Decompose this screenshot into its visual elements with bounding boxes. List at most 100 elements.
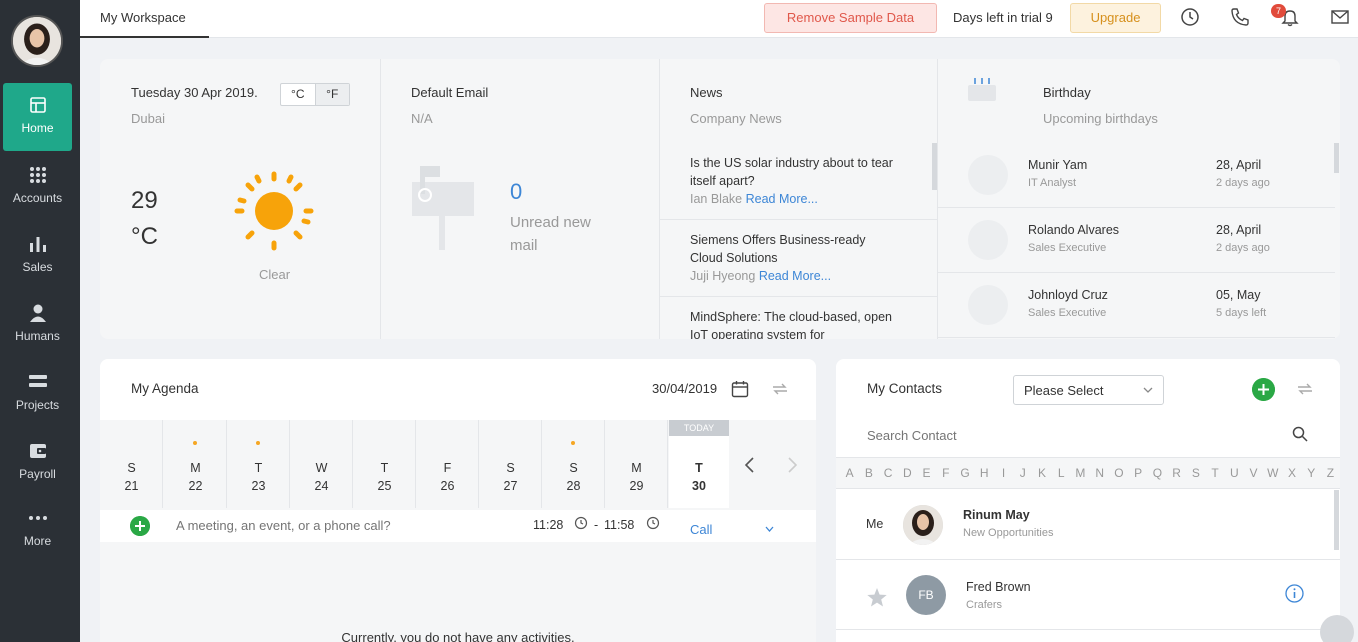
letter-filter[interactable]: S — [1186, 458, 1205, 488]
clock-icon[interactable] — [646, 516, 660, 530]
nav-projects[interactable]: Projects — [3, 360, 72, 428]
letter-filter[interactable]: K — [1032, 458, 1051, 488]
contact-row[interactable]: FB Fred Brown Crafers — [836, 560, 1340, 630]
day-cell[interactable]: T 25 — [353, 420, 416, 508]
day-name: M — [190, 461, 201, 475]
clock-icon[interactable] — [574, 516, 588, 530]
phone-icon[interactable] — [1230, 7, 1250, 27]
avatar — [968, 220, 1008, 260]
contacts-scrollbar[interactable] — [1334, 490, 1339, 550]
letter-filter[interactable]: F — [936, 458, 955, 488]
news-item[interactable]: Siemens Offers Business-ready Cloud Solu… — [660, 220, 937, 297]
letter-filter[interactable]: E — [917, 458, 936, 488]
day-cell-today[interactable]: TODAY T 30 — [669, 420, 729, 508]
news-headline[interactable]: MindSphere: The cloud-based, open IoT op… — [690, 308, 897, 339]
letter-filter[interactable]: V — [1244, 458, 1263, 488]
day-cell[interactable]: M 29 — [605, 420, 668, 508]
chevron-down-icon[interactable] — [765, 526, 774, 532]
agenda-date[interactable]: 30/04/2019 — [652, 381, 717, 396]
letter-filter[interactable]: W — [1263, 458, 1282, 488]
letter-filter[interactable]: T — [1205, 458, 1224, 488]
refresh-icon[interactable] — [1295, 380, 1315, 398]
contact-row-me[interactable]: Me Rinum May New Opportunities — [836, 490, 1340, 560]
add-activity-button[interactable] — [130, 516, 150, 536]
read-more-link[interactable]: Read More... — [746, 192, 818, 206]
day-cell[interactable]: W 24 — [290, 420, 353, 508]
letter-filter[interactable]: D — [898, 458, 917, 488]
activity-input[interactable] — [176, 518, 516, 533]
end-time[interactable]: 11:58 — [604, 518, 634, 532]
letter-filter[interactable]: Q — [1148, 458, 1167, 488]
unread-count[interactable]: 0 — [510, 179, 522, 205]
nav-accounts[interactable]: Accounts — [3, 153, 72, 221]
info-icon[interactable] — [1285, 584, 1304, 603]
letter-filter[interactable]: Z — [1321, 458, 1340, 488]
chevron-left-icon[interactable] — [743, 456, 757, 474]
birthday-item[interactable]: Munir Yam IT Analyst 28, April 2 days ag… — [938, 143, 1335, 208]
letter-filter[interactable]: I — [994, 458, 1013, 488]
letter-filter[interactable]: J — [1013, 458, 1032, 488]
letter-filter[interactable]: Y — [1302, 458, 1321, 488]
news-item[interactable]: MindSphere: The cloud-based, open IoT op… — [660, 297, 937, 339]
day-cell[interactable]: S 21 — [100, 420, 163, 508]
birthday-list: Munir Yam IT Analyst 28, April 2 days ag… — [938, 143, 1335, 339]
clock-icon[interactable] — [1180, 7, 1200, 27]
birthday-scrollbar[interactable] — [1334, 143, 1339, 173]
search-icon[interactable] — [1292, 426, 1308, 442]
day-cell[interactable]: M 22 — [164, 420, 227, 508]
letter-filter[interactable]: B — [859, 458, 878, 488]
news-item[interactable]: Is the US solar industry about to tear i… — [660, 143, 937, 220]
add-contact-button[interactable] — [1252, 378, 1275, 401]
tab-my-workspace[interactable]: My Workspace — [80, 0, 209, 38]
birthday-date: 05, May — [1216, 288, 1261, 302]
day-number: 29 — [629, 479, 644, 493]
unit-celsius[interactable]: °C — [281, 84, 315, 105]
wallet-icon — [29, 444, 46, 458]
column-divider — [380, 59, 381, 339]
letter-filter[interactable]: M — [1071, 458, 1090, 488]
letter-filter[interactable]: A — [840, 458, 859, 488]
letter-filter[interactable]: G — [955, 458, 974, 488]
activity-type-select[interactable]: Call — [690, 522, 712, 537]
calendar-icon[interactable] — [731, 380, 749, 398]
user-avatar[interactable] — [11, 15, 63, 67]
day-cell[interactable]: T 23 — [227, 420, 290, 508]
temperature-unit-toggle[interactable]: °C °F — [280, 83, 350, 106]
news-list: Is the US solar industry about to tear i… — [660, 143, 937, 339]
letter-filter[interactable]: P — [1129, 458, 1148, 488]
nav-home[interactable]: Home — [3, 83, 72, 151]
refresh-icon[interactable] — [770, 380, 790, 398]
star-icon[interactable] — [866, 587, 888, 608]
day-cell[interactable]: S 27 — [479, 420, 542, 508]
read-more-link[interactable]: Read More... — [759, 269, 831, 283]
letter-filter[interactable]: U — [1225, 458, 1244, 488]
unit-fahrenheit[interactable]: °F — [314, 84, 349, 105]
letter-filter[interactable]: R — [1167, 458, 1186, 488]
mail-icon[interactable] — [1330, 7, 1350, 27]
contacts-filter-select[interactable]: Please Select — [1013, 375, 1164, 405]
birthday-item[interactable]: Rolando Alvares Sales Executive 28, Apri… — [938, 208, 1335, 273]
chevron-right-icon[interactable] — [785, 456, 799, 474]
chat-icon[interactable] — [1320, 615, 1354, 642]
start-time[interactable]: 11:28 — [533, 518, 563, 532]
day-cell[interactable]: F 26 — [416, 420, 479, 508]
letter-filter[interactable]: L — [1052, 458, 1071, 488]
news-headline[interactable]: Siemens Offers Business-ready Cloud Solu… — [690, 231, 897, 267]
remove-sample-data-button[interactable]: Remove Sample Data — [764, 3, 937, 33]
birthday-subtitle: Upcoming birthdays — [1043, 111, 1158, 126]
select-value: Please Select — [1024, 383, 1104, 398]
day-cell[interactable]: S 28 — [542, 420, 605, 508]
birthday-item[interactable]: Johnloyd Cruz Sales Executive 05, May 5 … — [938, 273, 1335, 338]
letter-filter[interactable]: C — [878, 458, 897, 488]
nav-payroll[interactable]: Payroll — [3, 429, 72, 497]
search-contact-input[interactable] — [867, 428, 1167, 443]
news-headline[interactable]: Is the US solar industry about to tear i… — [690, 154, 897, 190]
nav-humans[interactable]: Humans — [3, 291, 72, 359]
upgrade-button[interactable]: Upgrade — [1070, 3, 1161, 33]
nav-sales[interactable]: Sales — [3, 222, 72, 290]
letter-filter[interactable]: N — [1090, 458, 1109, 488]
nav-more[interactable]: More — [3, 496, 72, 564]
letter-filter[interactable]: X — [1282, 458, 1301, 488]
letter-filter[interactable]: O — [1109, 458, 1128, 488]
letter-filter[interactable]: H — [975, 458, 994, 488]
